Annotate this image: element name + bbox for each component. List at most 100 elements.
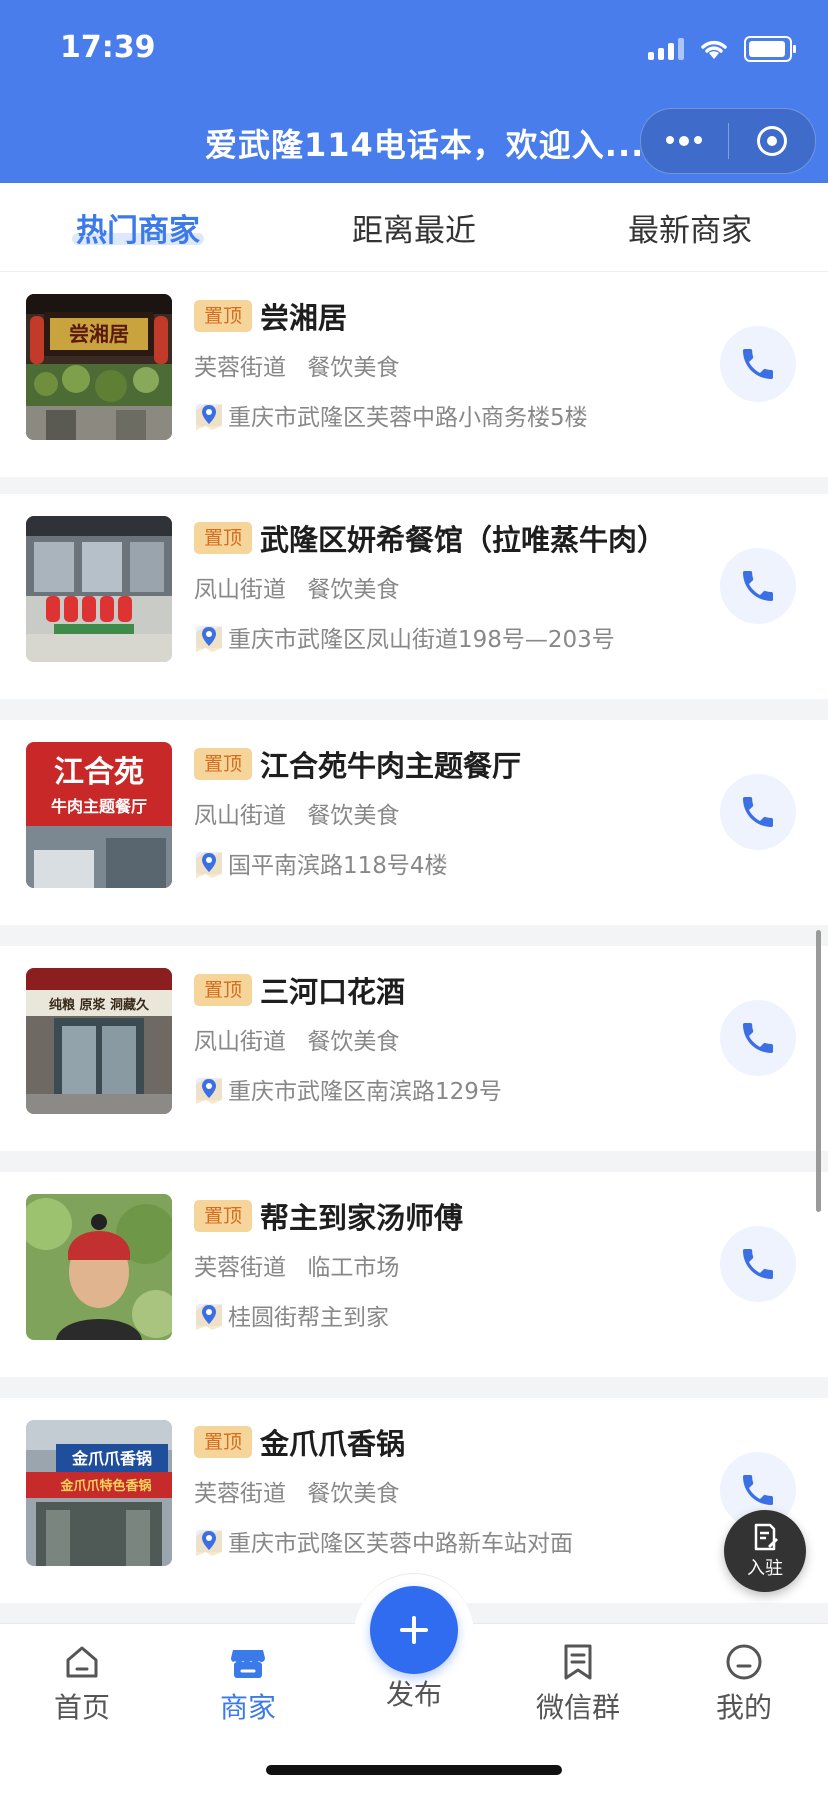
merchant-tags: 凤山街道 餐饮美食 <box>194 1022 688 1056</box>
map-pin-icon <box>196 626 222 652</box>
category-tabs: 热门商家 距离最近 最新商家 <box>0 183 828 272</box>
merchant-card[interactable]: 江合苑 牛肉主题餐厅 置顶 江合苑牛肉主题餐厅 凤山街道 餐饮美食 国平南滨路1… <box>0 720 828 925</box>
phone-icon <box>743 349 773 379</box>
tab-newest[interactable]: 最新商家 <box>552 183 828 271</box>
nav-label: 商家 <box>219 1691 276 1724</box>
publish-button[interactable] <box>370 1586 458 1674</box>
map-pin-icon <box>196 1530 222 1556</box>
merchant-address: 重庆市武隆区凤山街道198号—203号 <box>228 627 615 653</box>
merchant-address: 国平南滨路118号4楼 <box>228 853 448 879</box>
merchant-card[interactable]: 置顶 武隆区妍希餐馆（拉唯蒸牛肉） 凤山街道 餐饮美食 重庆市武隆区凤山街道19… <box>0 494 828 699</box>
header: 17:39 爱武隆114电话本，欢迎入... <box>0 0 828 183</box>
edit-document-icon <box>754 1523 778 1551</box>
merchant-district: 凤山街道 <box>194 1029 286 1055</box>
merchant-info: 置顶 江合苑牛肉主题餐厅 凤山街道 餐饮美食 国平南滨路118号4楼 <box>194 744 688 880</box>
battery-icon <box>744 36 796 62</box>
call-button[interactable] <box>720 548 796 624</box>
map-pin-icon <box>196 1304 222 1330</box>
merchant-photo: 纯粮 原浆 洞藏久 <box>26 968 172 1114</box>
merchant-category: 餐饮美食 <box>307 1481 400 1507</box>
phone-icon <box>743 797 773 827</box>
nav-label: 首页 <box>53 1691 110 1724</box>
merchant-category: 临工市场 <box>307 1255 400 1281</box>
pinned-badge: 置顶 <box>194 300 253 332</box>
status-time: 17:39 <box>60 30 156 65</box>
nav-item-home[interactable]: 首页 <box>22 1642 142 1726</box>
map-pin-icon <box>196 404 222 430</box>
phone-icon <box>743 571 773 601</box>
merchant-district: 芙蓉街道 <box>194 1255 286 1281</box>
thumb-sign-text: 金爪爪香锅 <box>71 1449 152 1468</box>
phone-icon <box>743 1475 773 1505</box>
thumb-sign-text: 尝湘居 <box>69 322 129 346</box>
tab-hot-merchants[interactable]: 热门商家 <box>0 183 276 271</box>
merchant-photo: 尝湘居 <box>26 294 172 440</box>
merchant-photo <box>26 516 172 662</box>
more-dots-icon <box>666 136 703 146</box>
merchant-info: 置顶 帮主到家汤师傅 芙蓉街道 临工市场 桂圆街帮主到家 <box>194 1196 688 1332</box>
thumb-sign-text: 纯粮 原浆 洞藏久 <box>49 997 150 1013</box>
merchant-address: 桂圆街帮主到家 <box>228 1305 389 1331</box>
tab-nearest[interactable]: 距离最近 <box>276 183 552 271</box>
home-indicator <box>266 1765 562 1775</box>
target-circle-icon <box>756 126 787 156</box>
merchant-category: 餐饮美食 <box>307 803 400 829</box>
merchant-name: 尝湘居 <box>260 301 348 335</box>
pinned-badge: 置顶 <box>194 974 253 1006</box>
call-button[interactable] <box>720 1000 796 1076</box>
merchant-address: 重庆市武隆区南滨路129号 <box>228 1079 502 1105</box>
merchant-address-row[interactable]: 重庆市武隆区南滨路129号 <box>194 1072 688 1106</box>
merchant-address: 重庆市武隆区芙蓉中路新车站对面 <box>228 1531 573 1557</box>
phone-icon <box>743 1023 773 1053</box>
call-button[interactable] <box>720 774 796 850</box>
merchant-address-row[interactable]: 国平南滨路118号4楼 <box>194 846 688 880</box>
signal-icon <box>648 38 684 60</box>
pinned-badge: 置顶 <box>194 748 253 780</box>
close-mini-program-button[interactable] <box>729 109 816 173</box>
publish-label: 发布 <box>385 1678 442 1711</box>
plus-icon <box>400 1616 428 1644</box>
merchant-district: 凤山街道 <box>194 803 286 829</box>
nav-item-merchants[interactable]: 商家 <box>188 1642 308 1726</box>
phone-icon <box>743 1249 773 1279</box>
pinned-badge: 置顶 <box>194 1426 253 1458</box>
merchant-district: 凤山街道 <box>194 577 286 603</box>
nav-item-mine[interactable]: 我的 <box>684 1642 804 1726</box>
wifi-icon <box>701 40 727 59</box>
user-face-icon <box>726 1644 762 1680</box>
merchant-address-row[interactable]: 重庆市武隆区凤山街道198号—203号 <box>194 620 688 654</box>
bookmark-doc-icon <box>564 1644 592 1680</box>
join-merchant-button[interactable]: 入驻 <box>724 1510 806 1592</box>
thumb-sign-text: 牛肉主题餐厅 <box>51 797 147 816</box>
call-button[interactable] <box>720 1226 796 1302</box>
scrollbar[interactable] <box>816 930 821 1212</box>
mini-program-capsule <box>640 108 816 174</box>
call-button[interactable] <box>720 326 796 402</box>
merchant-info: 置顶 尝湘居 芙蓉街道 餐饮美食 重庆市武隆区芙蓉中路小商务楼5楼 <box>194 296 688 432</box>
home-icon <box>66 1646 98 1678</box>
merchant-address-row[interactable]: 重庆市武隆区芙蓉中路新车站对面 <box>194 1524 688 1558</box>
merchant-info: 置顶 金爪爪香锅 芙蓉街道 餐饮美食 重庆市武隆区芙蓉中路新车站对面 <box>194 1422 688 1558</box>
more-button[interactable] <box>641 109 728 173</box>
merchant-district: 芙蓉街道 <box>194 1481 286 1507</box>
merchant-photo <box>26 1194 172 1340</box>
merchant-category: 餐饮美食 <box>307 355 400 381</box>
map-pin-icon <box>196 1078 222 1104</box>
merchant-address-row[interactable]: 重庆市武隆区芙蓉中路小商务楼5楼 <box>194 398 688 432</box>
merchant-name: 江合苑牛肉主题餐厅 <box>260 749 522 783</box>
merchant-card[interactable]: 纯粮 原浆 洞藏久 置顶 三河口花酒 凤山街道 餐饮美食 重庆市武隆区南滨路12… <box>0 946 828 1151</box>
merchant-photo: 金爪爪香锅 金爪爪特色香锅 <box>26 1420 172 1566</box>
merchant-category: 餐饮美食 <box>307 1029 400 1055</box>
merchant-card[interactable]: 置顶 帮主到家汤师傅 芙蓉街道 临工市场 桂圆街帮主到家 <box>0 1172 828 1377</box>
merchant-card[interactable]: 尝湘居 置顶 尝湘居 芙蓉街道 餐饮美食 重庆市武隆区芙蓉中路小商务楼5楼 <box>0 272 828 477</box>
merchant-info: 置顶 武隆区妍希餐馆（拉唯蒸牛肉） 凤山街道 餐饮美食 重庆市武隆区凤山街道19… <box>194 518 688 654</box>
merchant-tags: 芙蓉街道 临工市场 <box>194 1248 688 1282</box>
pinned-badge: 置顶 <box>194 522 253 554</box>
merchant-address-row[interactable]: 桂圆街帮主到家 <box>194 1298 688 1332</box>
store-icon <box>231 1650 265 1678</box>
nav-label: 微信群 <box>535 1691 620 1724</box>
status-icons <box>648 36 796 62</box>
thumb-sign-text: 江合苑 <box>54 755 144 790</box>
merchant-name: 武隆区妍希餐馆（拉唯蒸牛肉） <box>260 523 667 557</box>
nav-item-wechat-group[interactable]: 微信群 <box>518 1642 638 1726</box>
